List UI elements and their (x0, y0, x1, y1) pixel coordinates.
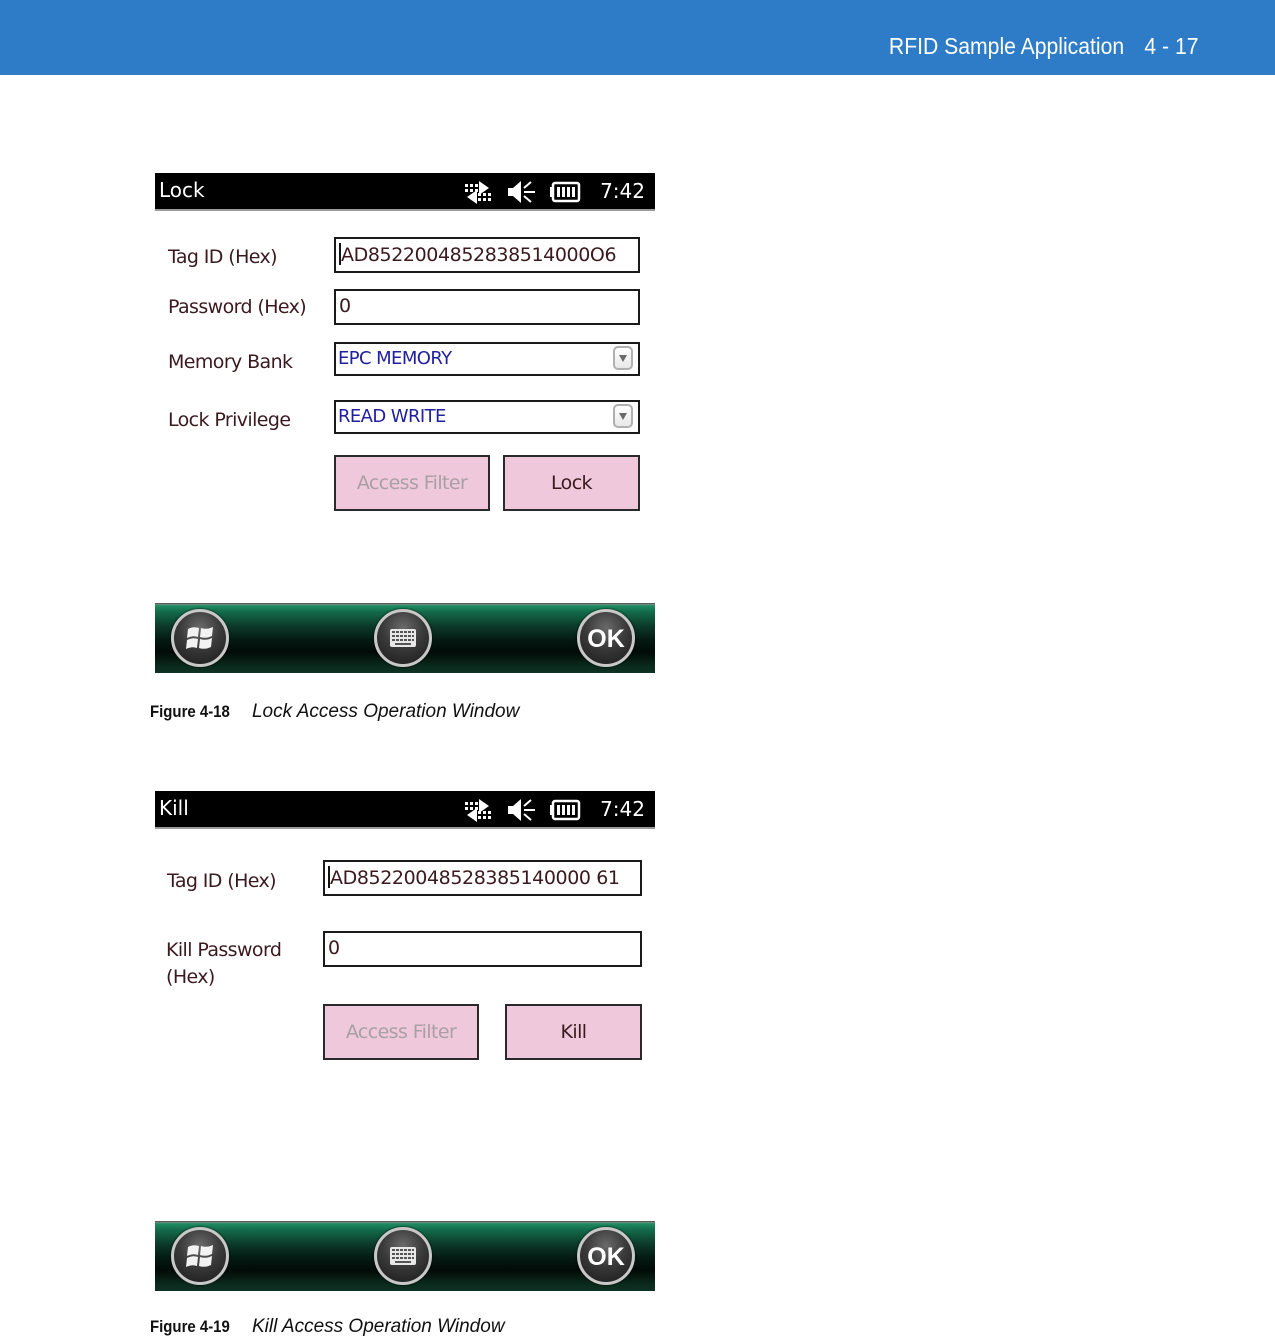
ok-label: OK (587, 625, 625, 653)
windows-start-button[interactable] (171, 609, 229, 667)
running-header: RFID Sample Application 4 - 17 (889, 33, 1199, 60)
figure-number: Figure 4-18 (150, 702, 230, 721)
keyboard-icon (390, 1247, 416, 1265)
password-input[interactable]: 0 (334, 289, 640, 325)
clock: 7:42 (600, 179, 645, 203)
access-filter-button[interactable]: Access Filter (323, 1004, 479, 1060)
figure-title: Kill Access Operation Window (251, 1316, 505, 1337)
lock-privilege-label: Lock Privilege (168, 409, 291, 431)
ok-button[interactable]: OK (577, 609, 635, 667)
tag-id-input[interactable]: AD8522004852838514000O6 (334, 237, 640, 273)
section-title: RFID Sample Application (889, 33, 1125, 59)
figure-caption: Figure 4-18 Lock Access Operation Window (150, 701, 519, 723)
keyboard-button[interactable] (374, 609, 432, 667)
tag-id-value: AD8522004852838514000O6 (341, 244, 617, 266)
keyboard-icon (390, 629, 416, 647)
tag-id-label: Tag ID (Hex) (168, 246, 278, 268)
tag-id-label: Tag ID (Hex) (167, 870, 277, 892)
battery-icon[interactable] (549, 179, 581, 210)
kill-password-value: 0 (328, 937, 340, 959)
figure-caption: Figure 4-19 Kill Access Operation Window (150, 1316, 505, 1338)
title-bar: Kill 7:42 (155, 791, 655, 829)
figure-title: Lock Access Operation Window (251, 701, 520, 722)
soft-key-bar: OK (155, 603, 655, 673)
kill-window-screenshot: Kill 7:42 Tag ID (Hex) AD852200485283851… (155, 791, 655, 1293)
access-filter-button[interactable]: Access Filter (334, 455, 490, 511)
page-number: 4 - 17 (1144, 33, 1199, 59)
windows-start-icon (186, 627, 213, 649)
battery-icon[interactable] (549, 797, 581, 828)
kill-password-label-line2: (Hex) (166, 966, 215, 988)
chevron-down-icon[interactable] (613, 404, 633, 428)
speaker-muted-icon[interactable] (506, 179, 538, 210)
memory-bank-dropdown[interactable]: EPC MEMORY (334, 342, 640, 376)
lock-privilege-selected: READ WRITE (338, 406, 446, 427)
connectivity-icon[interactable] (461, 179, 495, 210)
lock-window-screenshot: Lock 7:42 Tag ID (Hex) AD852200485283851… (155, 173, 655, 675)
lock-button[interactable]: Lock (503, 455, 640, 511)
ok-button[interactable]: OK (577, 1227, 635, 1285)
memory-bank-label: Memory Bank (168, 351, 293, 373)
windows-start-icon (186, 1245, 213, 1267)
kill-button[interactable]: Kill (505, 1004, 642, 1060)
password-label: Password (Hex) (168, 296, 307, 318)
password-value: 0 (339, 295, 351, 317)
clock: 7:42 (600, 797, 645, 821)
ok-label: OK (587, 1243, 625, 1271)
window-title: Kill (159, 796, 189, 820)
tag-id-input[interactable]: AD85220048528385140000 61 (323, 860, 642, 896)
lock-privilege-dropdown[interactable]: READ WRITE (334, 400, 640, 434)
windows-start-button[interactable] (171, 1227, 229, 1285)
keyboard-button[interactable] (374, 1227, 432, 1285)
page-header-banner: RFID Sample Application 4 - 17 (0, 0, 1275, 75)
speaker-muted-icon[interactable] (506, 797, 538, 828)
chevron-down-icon[interactable] (613, 346, 633, 370)
title-bar: Lock 7:42 (155, 173, 655, 211)
soft-key-bar: OK (155, 1221, 655, 1291)
memory-bank-selected: EPC MEMORY (338, 348, 452, 369)
kill-password-input[interactable]: 0 (323, 931, 642, 967)
figure-number: Figure 4-19 (150, 1317, 230, 1336)
tag-id-value: AD85220048528385140000 61 (330, 867, 620, 889)
connectivity-icon[interactable] (461, 797, 495, 828)
kill-password-label-line1: Kill Password (166, 939, 282, 961)
window-title: Lock (159, 178, 205, 202)
